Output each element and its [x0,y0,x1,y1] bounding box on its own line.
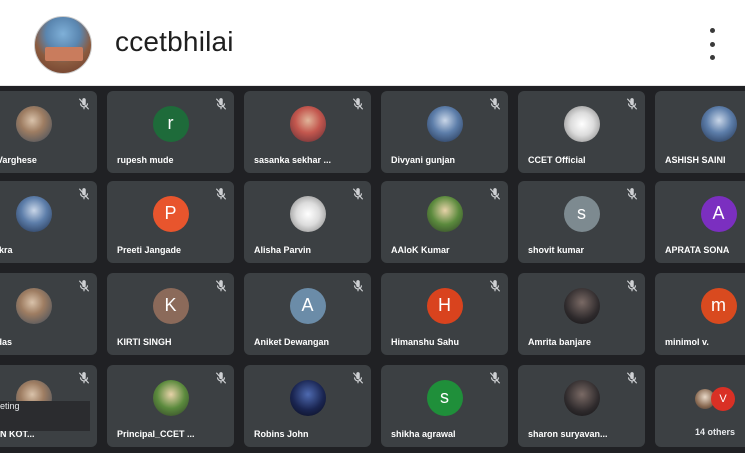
participant-tile[interactable]: P Preeti Jangade [107,181,234,263]
mic-off-icon [488,97,502,111]
participant-tile[interactable]: P S Varghese [0,91,97,173]
mic-off-icon [625,97,639,111]
photo-avatar [289,105,326,142]
initial-avatar: m [700,287,737,324]
photo-avatar [15,287,52,324]
photo-avatar [563,287,600,324]
participant-tile[interactable]: ASHISH SAINI [655,91,745,173]
mic-off-icon [77,279,91,293]
mic-off-icon [625,371,639,385]
participant-name: shikha agrawal [391,429,456,439]
others-count: 14 others [695,427,736,437]
participant-tile[interactable]: Principal_CCET ... [107,365,234,447]
photo-avatar [426,105,463,142]
photo-avatar [289,379,326,416]
more-vert-icon[interactable] [700,28,724,60]
participant-tile[interactable]: s shikha agrawal [381,365,508,447]
participant-tile[interactable]: EMAN KOT...eting [0,365,97,447]
participant-name: sharon suryavan... [528,429,608,439]
participant-name: Principal_CCET ... [117,429,195,439]
initial-avatar: A [289,287,326,324]
photo-avatar [426,195,463,232]
participant-name: AAloK Kumar [391,245,450,255]
initial-avatar: s [426,379,463,416]
mic-off-icon [488,187,502,201]
others-avatars: V [695,387,745,413]
mic-off-icon [625,279,639,293]
others-badge: V [711,387,735,411]
mic-off-icon [214,187,228,201]
participant-tile[interactable]: Divyani gunjan [381,91,508,173]
participant-name: Preeti Jangade [117,245,182,255]
photo-avatar [563,379,600,416]
mic-off-icon [77,187,91,201]
mic-off-icon [77,97,91,111]
participant-tile[interactable]: CCET Official [518,91,645,173]
mic-off-icon [351,97,365,111]
participant-tile[interactable]: sharon suryavan... [518,365,645,447]
participant-tile[interactable]: A Aniket Dewangan [244,273,371,355]
others-tile[interactable]: V 14 others [655,365,745,447]
participant-name: CCET Official [528,155,586,165]
participant-tile[interactable]: m minimol v. [655,273,745,355]
overlay-text: eting [0,401,20,411]
participant-tile[interactable]: Painkra [0,181,97,263]
participant-tile[interactable]: Robins John [244,365,371,447]
participant-tile[interactable]: A APRATA SONA [655,181,745,263]
mic-off-icon [351,187,365,201]
participant-name: KIRTI SINGH [117,337,172,347]
participant-name: APRATA SONA [665,245,730,255]
mic-off-icon [351,371,365,385]
mic-off-icon [488,371,502,385]
photo-avatar [15,195,52,232]
participant-name: Divyani gunjan [391,155,456,165]
photo-avatar [15,105,52,142]
mic-off-icon [214,279,228,293]
participant-tile[interactable]: AAloK Kumar [381,181,508,263]
photo-avatar [289,195,326,232]
participant-name: rupesh mude [117,155,174,165]
mic-off-icon [214,97,228,111]
mic-off-icon [625,187,639,201]
participant-name: sasanka sekhar ... [254,155,332,165]
participant-name: minimol v. [665,337,709,347]
initial-avatar: K [152,287,189,324]
participant-tile[interactable]: Amrita banjare [518,273,645,355]
mic-off-icon [351,279,365,293]
photo-avatar [700,105,737,142]
participant-name: Amrita banjare [528,337,592,347]
app-header: ccetbhilai [0,0,745,86]
participant-tile[interactable]: K KIRTI SINGH [107,273,234,355]
participant-tile[interactable]: s shovit kumar [518,181,645,263]
participant-tile[interactable]: Alisha Parvin [244,181,371,263]
participant-name: Alisha Parvin [254,245,312,255]
participant-tile[interactable]: sasanka sekhar ... [244,91,371,173]
group-avatar[interactable] [34,16,92,74]
initial-avatar: r [152,105,189,142]
participant-name: P S Varghese [0,155,37,165]
participant-name: ASHISH SAINI [665,155,726,165]
initial-avatar: P [152,195,189,232]
participant-tile[interactable]: r rupesh mude [107,91,234,173]
participant-tile[interactable]: H Himanshu Sahu [381,273,508,355]
participant-name: Aniket Dewangan [254,337,330,347]
participant-name: Painkra [0,245,13,255]
photo-avatar [563,105,600,142]
participant-name: Robins John [254,429,309,439]
mic-off-icon [77,371,91,385]
participant-name: shovit kumar [528,245,585,255]
initial-avatar: H [426,287,463,324]
participant-name: Devdas [0,337,13,347]
initial-avatar: A [700,195,737,232]
initial-avatar: s [563,195,600,232]
mic-off-icon [214,371,228,385]
participant-tile[interactable]: Devdas [0,273,97,355]
mic-off-icon [488,279,502,293]
page-title: ccetbhilai [115,26,234,57]
photo-avatar [152,379,189,416]
participant-name: Himanshu Sahu [391,337,460,347]
